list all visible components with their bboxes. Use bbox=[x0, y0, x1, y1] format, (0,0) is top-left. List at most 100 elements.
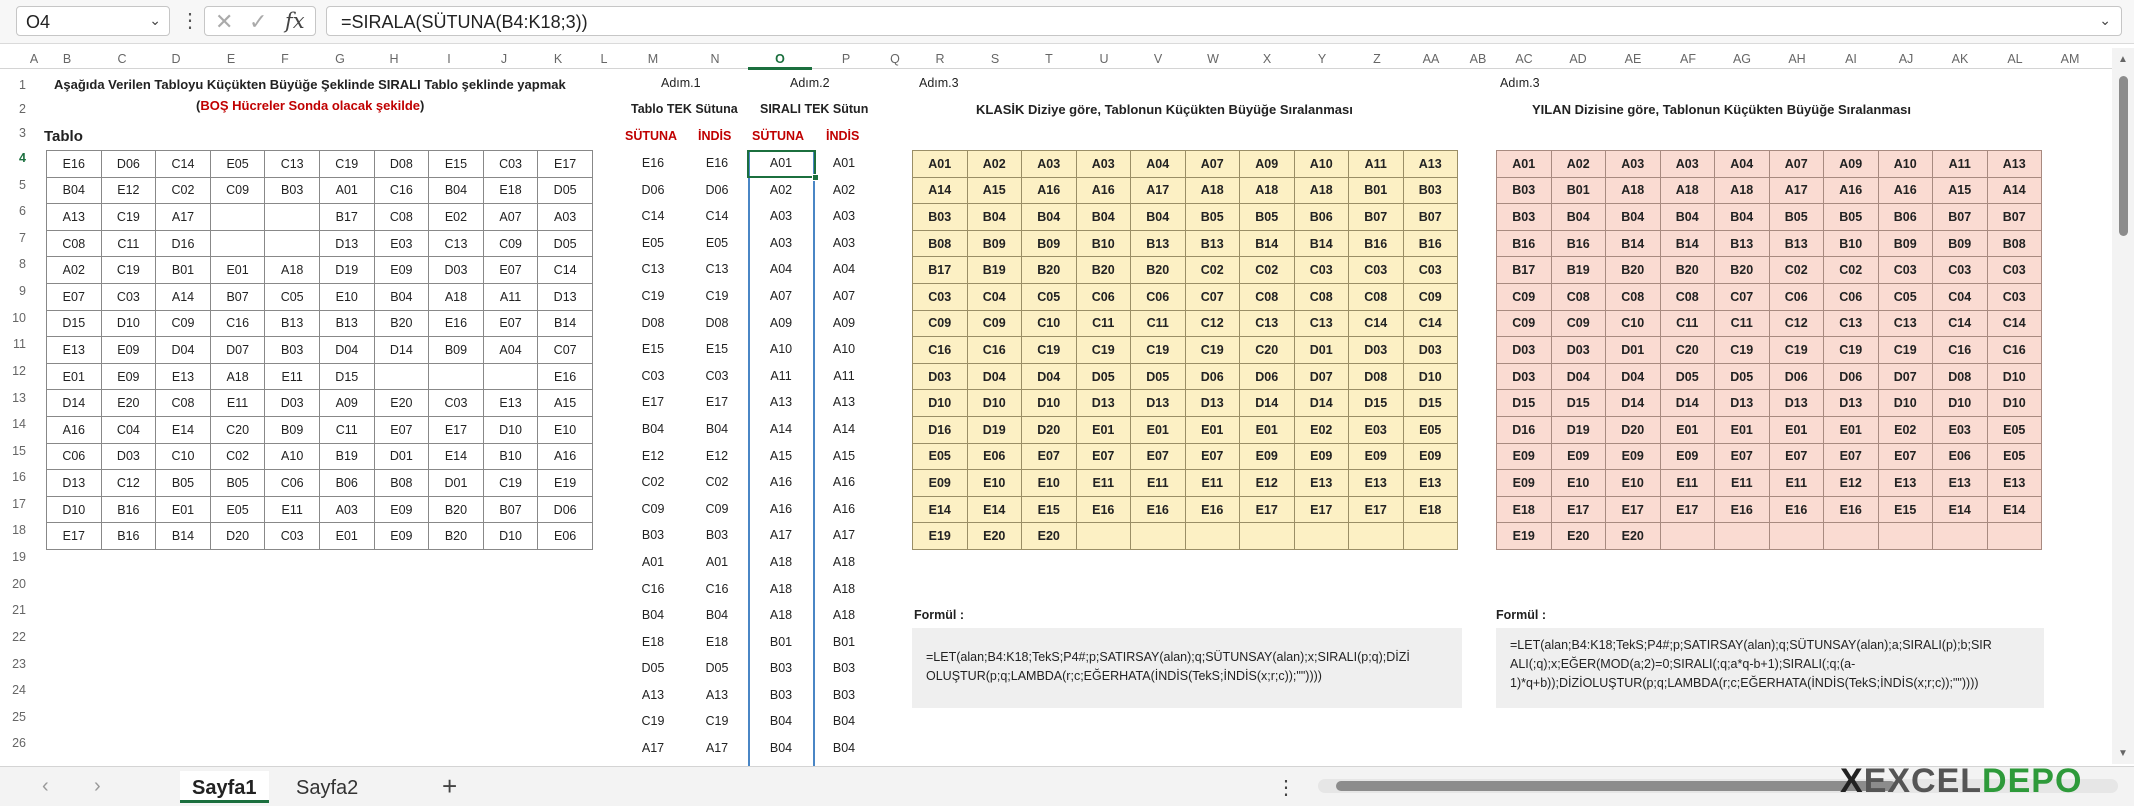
cell[interactable]: B20 bbox=[1021, 256, 1077, 284]
list-item[interactable]: A10 bbox=[817, 336, 871, 363]
cell[interactable]: E13 bbox=[1877, 469, 1933, 497]
cell[interactable] bbox=[1130, 522, 1186, 550]
confirm-icon[interactable]: ✓ bbox=[249, 9, 267, 35]
expand-formula-icon[interactable]: ⌄ bbox=[2099, 12, 2111, 29]
cell[interactable]: B01 bbox=[1550, 176, 1606, 205]
cell[interactable]: E11 bbox=[1075, 469, 1131, 497]
cell[interactable]: C08 bbox=[1348, 282, 1404, 311]
cell[interactable]: E14 bbox=[1986, 495, 2042, 524]
cell[interactable]: E01 bbox=[1130, 415, 1186, 444]
cell[interactable]: E20 bbox=[1605, 522, 1661, 550]
scroll-up-icon[interactable]: ▲ bbox=[2118, 54, 2128, 65]
row-header-16[interactable]: 16 bbox=[0, 470, 26, 484]
cell[interactable]: D01 bbox=[1605, 336, 1661, 364]
cell[interactable]: B20 bbox=[1714, 256, 1770, 284]
cell[interactable]: A07 bbox=[1184, 150, 1240, 178]
cell[interactable]: C02 bbox=[1239, 256, 1295, 284]
cell[interactable]: B09 bbox=[966, 229, 1022, 258]
list-item[interactable]: C13 bbox=[626, 256, 680, 283]
cell[interactable] bbox=[1877, 522, 1933, 550]
cell[interactable]: D20 bbox=[1605, 415, 1661, 444]
list-item[interactable]: B03 bbox=[817, 655, 871, 682]
cell[interactable]: D10 bbox=[1877, 389, 1933, 417]
cell[interactable]: E01 bbox=[46, 362, 102, 391]
cell[interactable]: E03 bbox=[1932, 415, 1988, 444]
cell[interactable]: C13 bbox=[428, 229, 484, 258]
list-item[interactable]: B04 bbox=[626, 416, 680, 443]
next-sheet-icon[interactable]: › bbox=[94, 775, 101, 798]
cell[interactable]: E09 bbox=[100, 336, 157, 364]
list-item[interactable]: C16 bbox=[690, 576, 744, 603]
sheet-options-icon[interactable]: ⋮ bbox=[1276, 775, 1296, 800]
cell[interactable]: C19 bbox=[1823, 336, 1879, 364]
cell[interactable] bbox=[209, 203, 266, 231]
cell[interactable]: A09 bbox=[1239, 150, 1295, 178]
row-header-9[interactable]: 9 bbox=[0, 284, 26, 298]
cell[interactable]: A03 bbox=[1605, 150, 1661, 178]
cell[interactable]: D14 bbox=[1239, 389, 1295, 417]
list-item[interactable]: E05 bbox=[626, 230, 680, 257]
insert-function-icon[interactable]: fx bbox=[285, 9, 305, 33]
cell[interactable]: C05 bbox=[1021, 282, 1077, 311]
row-header-18[interactable]: 18 bbox=[0, 523, 26, 537]
list-item[interactable]: E16 bbox=[690, 150, 744, 177]
cell[interactable]: A10 bbox=[1877, 150, 1933, 178]
cell[interactable]: D10 bbox=[1986, 362, 2042, 391]
cell[interactable]: C05 bbox=[264, 282, 320, 311]
cell[interactable]: E11 bbox=[1659, 469, 1715, 497]
cell[interactable]: E16 bbox=[1075, 495, 1131, 524]
chevron-down-icon[interactable]: ⌄ bbox=[149, 12, 161, 29]
cell[interactable]: C16 bbox=[912, 336, 968, 364]
cell[interactable]: E15 bbox=[1877, 495, 1933, 524]
list-item[interactable]: E15 bbox=[626, 336, 680, 363]
row-header-21[interactable]: 21 bbox=[0, 603, 26, 617]
cell[interactable]: E09 bbox=[1659, 442, 1715, 471]
cell[interactable]: B05 bbox=[1823, 203, 1879, 231]
cell[interactable]: A11 bbox=[1932, 150, 1988, 178]
cell[interactable]: D20 bbox=[1021, 415, 1077, 444]
list-item[interactable]: E05 bbox=[690, 230, 744, 257]
cell[interactable]: D04 bbox=[155, 336, 211, 364]
cell[interactable]: D06 bbox=[537, 495, 593, 524]
cell[interactable]: D07 bbox=[1877, 362, 1933, 391]
cell[interactable]: C19 bbox=[1877, 336, 1933, 364]
list-item[interactable]: A15 bbox=[817, 443, 871, 470]
cell[interactable]: E09 bbox=[373, 522, 430, 550]
cell[interactable]: E10 bbox=[537, 415, 593, 444]
cell[interactable]: B07 bbox=[1986, 203, 2042, 231]
row-header-26[interactable]: 26 bbox=[0, 736, 26, 750]
cell[interactable]: B04 bbox=[1021, 203, 1077, 231]
cell[interactable]: B16 bbox=[100, 522, 157, 550]
cell[interactable]: D01 bbox=[428, 469, 484, 497]
cell[interactable]: A15 bbox=[537, 389, 593, 417]
cell[interactable]: C11 bbox=[1130, 309, 1186, 338]
cell[interactable]: B17 bbox=[1496, 256, 1552, 284]
cell[interactable]: E01 bbox=[1768, 415, 1824, 444]
list-item[interactable]: C19 bbox=[690, 283, 744, 310]
cell[interactable]: A16 bbox=[1877, 176, 1933, 205]
cell[interactable]: C06 bbox=[1130, 282, 1186, 311]
list-item[interactable]: A18 bbox=[817, 549, 871, 576]
cell[interactable]: A16 bbox=[1075, 176, 1131, 205]
cell[interactable]: D06 bbox=[100, 150, 157, 178]
cell[interactable]: E16 bbox=[1184, 495, 1240, 524]
cell[interactable]: B19 bbox=[318, 442, 375, 471]
cell[interactable]: E07 bbox=[1714, 442, 1770, 471]
cell[interactable]: E01 bbox=[209, 256, 266, 284]
cell[interactable]: B04 bbox=[373, 282, 430, 311]
cell[interactable]: E02 bbox=[1877, 415, 1933, 444]
cell[interactable]: B05 bbox=[1239, 203, 1295, 231]
cell[interactable]: C09 bbox=[1550, 309, 1606, 338]
cell[interactable]: B06 bbox=[318, 469, 375, 497]
cell[interactable]: B14 bbox=[1293, 229, 1349, 258]
list-item[interactable]: C03 bbox=[626, 363, 680, 390]
cell[interactable]: A04 bbox=[1714, 150, 1770, 178]
cell[interactable]: E17 bbox=[1293, 495, 1349, 524]
cell[interactable]: C09 bbox=[966, 309, 1022, 338]
cell[interactable]: A10 bbox=[264, 442, 320, 471]
cell[interactable]: B04 bbox=[428, 176, 484, 205]
cell[interactable]: D15 bbox=[1496, 389, 1552, 417]
cell[interactable]: E09 bbox=[1348, 442, 1404, 471]
cell[interactable]: C11 bbox=[1075, 309, 1131, 338]
cell[interactable]: A18 bbox=[209, 362, 266, 391]
